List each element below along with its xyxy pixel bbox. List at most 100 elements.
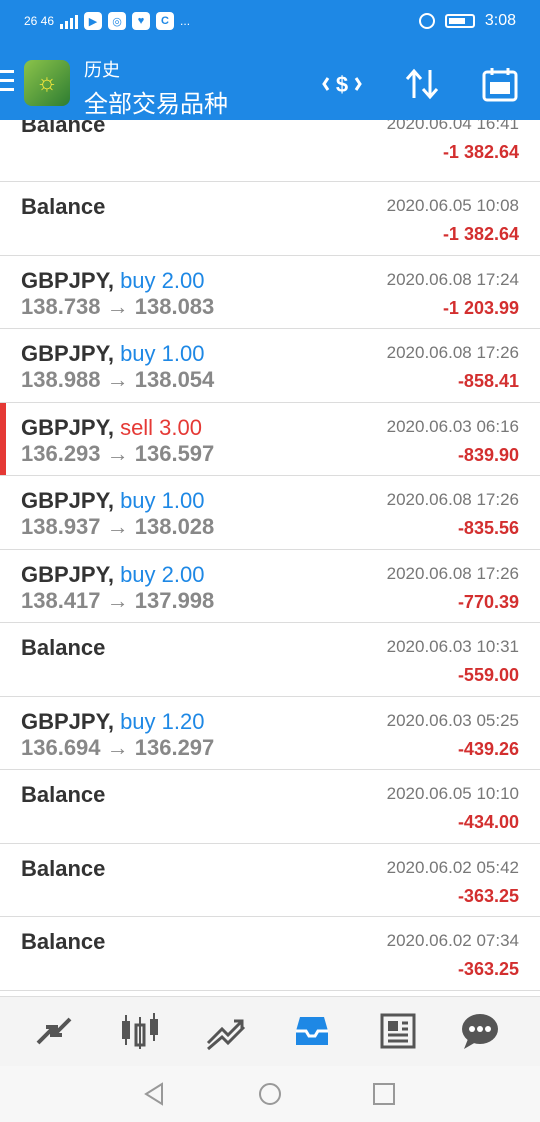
app-logo: ☼: [24, 60, 70, 106]
signal-icon: [60, 13, 79, 29]
row-symbol: Balance: [21, 782, 106, 807]
status-left: 26 46 ▶ ◎ ♥ C ...: [24, 12, 190, 30]
row-time: 2020.06.05 10:08: [386, 196, 519, 215]
calendar-icon[interactable]: [480, 64, 520, 104]
status-right: 3:08: [418, 12, 516, 30]
symbol-name: GBPJPY,: [21, 341, 114, 366]
row-prices: 138.988 → 138.054: [21, 367, 215, 392]
row-symbol: Balance: [21, 855, 106, 881]
row-time: 2020.06.08 17:26: [386, 563, 519, 583]
row-prices: 136.694 → 136.297: [21, 734, 215, 760]
row-symbol: Balance: [21, 120, 106, 137]
row-symbol: Balance: [21, 929, 106, 954]
row-profit: -1 382.64: [442, 142, 519, 162]
currency-exchange-icon[interactable]: $: [322, 64, 362, 104]
row-symbol: GBPJPY, buy 1.00: [21, 341, 204, 367]
symbol-name: GBPJPY,: [21, 267, 114, 293]
chat-icon[interactable]: [458, 1011, 502, 1051]
trade-side: buy 2.00: [120, 267, 205, 293]
row-prices: 138.417 → 137.998: [21, 587, 215, 613]
row-symbol: GBPJPY, buy 1.00: [21, 488, 204, 514]
row-profit: -770.39: [457, 591, 519, 612]
history-row[interactable]: Balance 2020.06.04 16:41 -1 382.64: [0, 120, 540, 182]
row-profit: -363.25: [457, 959, 519, 979]
row-profit: -1 382.64: [442, 224, 519, 244]
history-row[interactable]: GBPJPY, buy 1.20 136.694 → 136.297 2020.…: [0, 697, 540, 770]
row-time: 2020.06.08 17:26: [386, 490, 519, 509]
row-profit: -434.00: [457, 812, 519, 832]
row-profit: -1 203.99: [442, 297, 519, 318]
trade-side: buy 1.00: [120, 488, 205, 513]
history-row[interactable]: GBPJPY, buy 2.00 138.417 → 137.998 2020.…: [0, 550, 540, 623]
more-notifications: ...: [180, 14, 191, 28]
notification-app-icon: ♥: [132, 12, 151, 30]
row-prices: 138.738 → 138.083: [21, 293, 215, 319]
history-row[interactable]: Balance 2020.06.03 10:31 -559.00: [0, 623, 540, 697]
clock: 3:08: [484, 12, 516, 29]
network-label: 26 46: [24, 14, 55, 28]
row-time: 2020.06.02 07:34: [386, 931, 519, 950]
svg-text:$: $: [336, 72, 348, 97]
notification-app-icon: ▶: [84, 12, 103, 30]
history-row[interactable]: Balance 2020.06.05 10:08 -1 382.64: [0, 182, 540, 256]
trade-side: buy 2.00: [120, 561, 205, 587]
notification-app-icon: C: [156, 12, 175, 30]
trade-side: sell 3.00: [120, 414, 203, 440]
row-profit: -439.26: [457, 738, 519, 759]
status-bar: 26 46 ▶ ◎ ♥ C ... 3:08: [0, 0, 540, 46]
row-time: 2020.06.03 10:31: [386, 637, 519, 656]
page-title[interactable]: 全部交易品种: [84, 84, 228, 119]
trade-side: buy 1.00: [120, 341, 205, 366]
row-profit: -858.41: [457, 371, 519, 391]
history-row[interactable]: GBPJPY, buy 1.00 138.937 → 138.028 2020.…: [0, 476, 540, 550]
row-profit: -835.56: [457, 518, 519, 538]
top-bar: 26 46 ▶ ◎ ♥ C ... 3:08 ☼ 历史 全部交易品种 $: [0, 0, 540, 120]
alarm-icon: [418, 13, 435, 29]
row-time: 2020.06.08 17:26: [386, 343, 519, 362]
quotes-icon[interactable]: [32, 1011, 76, 1051]
trade-icon[interactable]: [204, 1011, 248, 1051]
symbol-name: GBPJPY,: [21, 414, 114, 440]
row-prices: 136.293 → 136.597: [21, 440, 215, 466]
history-row[interactable]: GBPJPY, buy 1.00 138.988 → 138.054 2020.…: [0, 329, 540, 403]
menu-icon[interactable]: [0, 70, 14, 92]
row-time: 2020.06.08 17:24: [386, 269, 519, 289]
row-symbol: GBPJPY, buy 2.00: [21, 562, 204, 588]
back-icon[interactable]: [142, 1082, 166, 1106]
row-profit: -839.90: [457, 444, 519, 465]
row-time: 2020.06.03 05:25: [386, 710, 519, 730]
home-icon[interactable]: [258, 1082, 282, 1106]
history-row[interactable]: Balance 2020.06.05 10:10 -434.00: [0, 770, 540, 844]
row-prices: 138.937 → 138.028: [21, 514, 215, 539]
bottom-tab-bar: [0, 996, 540, 1066]
system-nav-bar: [0, 1066, 540, 1122]
row-symbol: Balance: [21, 635, 106, 660]
trade-side: buy 1.20: [120, 708, 205, 734]
row-symbol: GBPJPY, buy 2.00: [21, 268, 204, 294]
row-symbol: GBPJPY, buy 1.20: [21, 709, 204, 735]
sort-icon[interactable]: [402, 64, 442, 104]
symbol-name: GBPJPY,: [21, 561, 114, 587]
history-row[interactable]: Balance 2020.06.02 05:42 -363.25: [0, 844, 540, 917]
history-row[interactable]: GBPJPY, sell 3.00 136.293 → 136.597 2020…: [0, 402, 540, 476]
row-time: 2020.06.05 10:10: [386, 784, 519, 803]
battery-icon: [444, 14, 475, 28]
row-symbol: GBPJPY, sell 3.00: [21, 415, 202, 441]
notification-app-icon: ◎: [108, 12, 127, 30]
recents-icon[interactable]: [372, 1082, 396, 1106]
row-time: 2020.06.04 16:41: [386, 120, 519, 133]
symbol-name: GBPJPY,: [21, 708, 114, 734]
history-row[interactable]: Balance 2020.06.02 07:34 -363.25: [0, 917, 540, 991]
row-time: 2020.06.03 06:16: [386, 416, 519, 436]
row-profit: -559.00: [457, 665, 519, 685]
chart-icon[interactable]: [118, 1011, 162, 1051]
history-icon[interactable]: [290, 1011, 334, 1051]
row-time: 2020.06.02 05:42: [386, 857, 519, 877]
row-profit: -363.25: [457, 885, 519, 906]
news-icon[interactable]: [376, 1011, 420, 1051]
history-row[interactable]: GBPJPY, buy 2.00 138.738 → 138.083 2020.…: [0, 256, 540, 329]
symbol-name: GBPJPY,: [21, 488, 114, 513]
page-subtitle: 历史: [84, 60, 120, 80]
history-list[interactable]: Balance 2020.06.04 16:41 -1 382.64 Balan…: [0, 120, 540, 996]
row-symbol: Balance: [21, 194, 106, 219]
